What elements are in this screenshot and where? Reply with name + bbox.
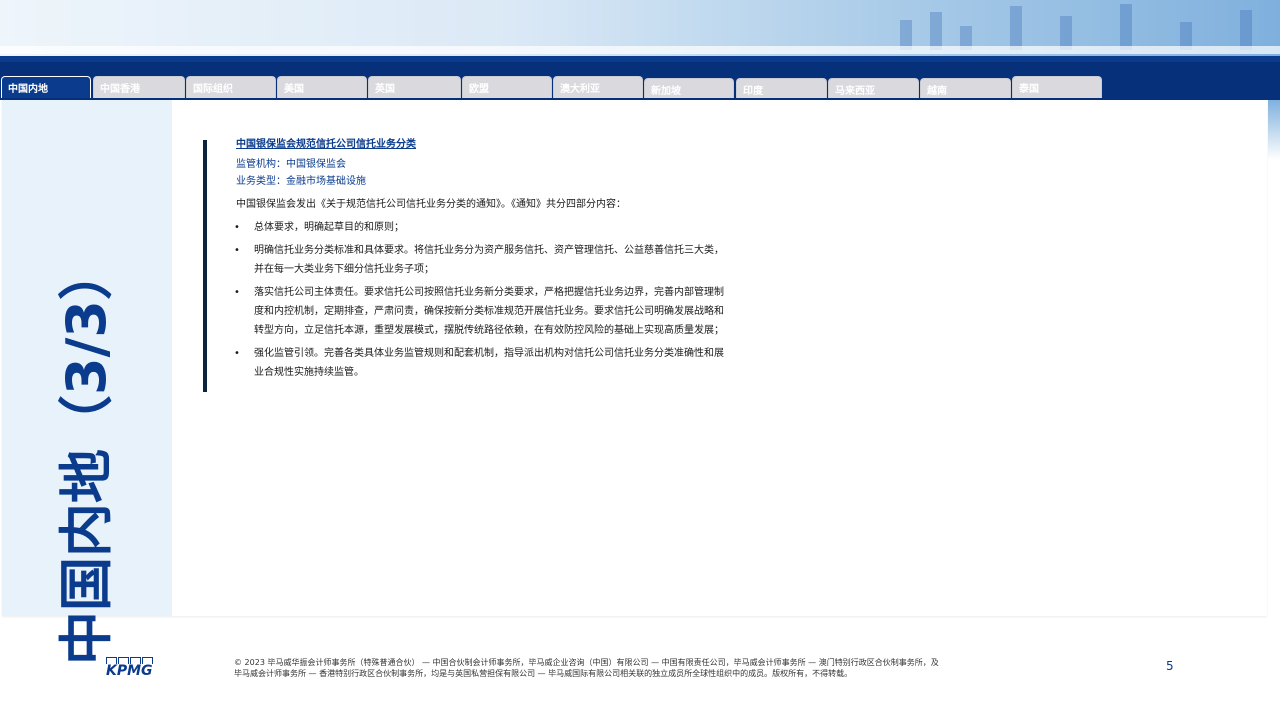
list-item: • 明确信托业务分类标准和具体要求。将信托业务分为资产服务信托、资产管理信托、公益… bbox=[234, 245, 724, 275]
tab-uk[interactable]: 英国 bbox=[368, 76, 461, 98]
tab-china-mainland[interactable]: 中国内地 bbox=[1, 76, 91, 98]
kpmg-logo: KPMG bbox=[106, 657, 158, 681]
page-number: 5 bbox=[1166, 659, 1174, 673]
list-item: • 强化监管引领。完善各类具体业务监管规则和配套机制，指导派出机构对信托公司信托业… bbox=[234, 348, 724, 378]
article-regulator: 监管机构：中国银保监会 bbox=[236, 159, 346, 170]
tab-thailand[interactable]: 泰国 bbox=[1012, 76, 1102, 98]
copyright-notice: © 2023 毕马威华振会计师事务所（特殊普通合伙） — 中国合伙制会计师事务所… bbox=[234, 658, 939, 678]
list-item: • 总体要求，明确起草目的和原则； bbox=[234, 222, 404, 233]
article: 中国银保监会规范信托公司信托业务分类 监管机构：中国银保监会 业务类型：金融市场… bbox=[234, 137, 726, 386]
article-bullet-list: • 总体要求，明确起草目的和原则； • 明确信托业务分类标准和具体要求。将信托业务分… bbox=[234, 218, 726, 382]
side-panel: 中国内地（3/3） bbox=[2, 100, 172, 665]
article-business-type: 业务类型：金融市场基础设施 bbox=[236, 176, 366, 187]
list-item: • 落实信托公司主体责任。要求信托公司按照信托业务新分类要求，严格把握信托业务边界… bbox=[234, 287, 724, 336]
tab-malaysia[interactable]: 马来西亚 bbox=[828, 78, 919, 98]
side-title: 中国内地（3/3） bbox=[55, 246, 118, 665]
header-banner bbox=[0, 0, 1280, 56]
tab-international-orgs[interactable]: 国际组织 bbox=[186, 76, 276, 98]
tab-india[interactable]: 印度 bbox=[736, 78, 827, 98]
tab-hong-kong[interactable]: 中国香港 bbox=[93, 76, 185, 98]
right-decoration bbox=[1268, 100, 1280, 160]
tab-singapore[interactable]: 新加坡 bbox=[644, 78, 734, 98]
tab-vietnam[interactable]: 越南 bbox=[920, 78, 1011, 98]
tab-australia[interactable]: 澳大利亚 bbox=[553, 76, 643, 98]
tab-eu[interactable]: 欧盟 bbox=[462, 76, 552, 98]
accent-divider bbox=[203, 140, 207, 392]
tab-usa[interactable]: 美国 bbox=[277, 76, 367, 98]
article-intro: 中国银保监会发出《关于规范信托公司信托业务分类的通知》。《通知》共分四部分内容： bbox=[236, 199, 626, 210]
article-title-link[interactable]: 中国银保监会规范信托公司信托业务分类 bbox=[236, 137, 726, 152]
